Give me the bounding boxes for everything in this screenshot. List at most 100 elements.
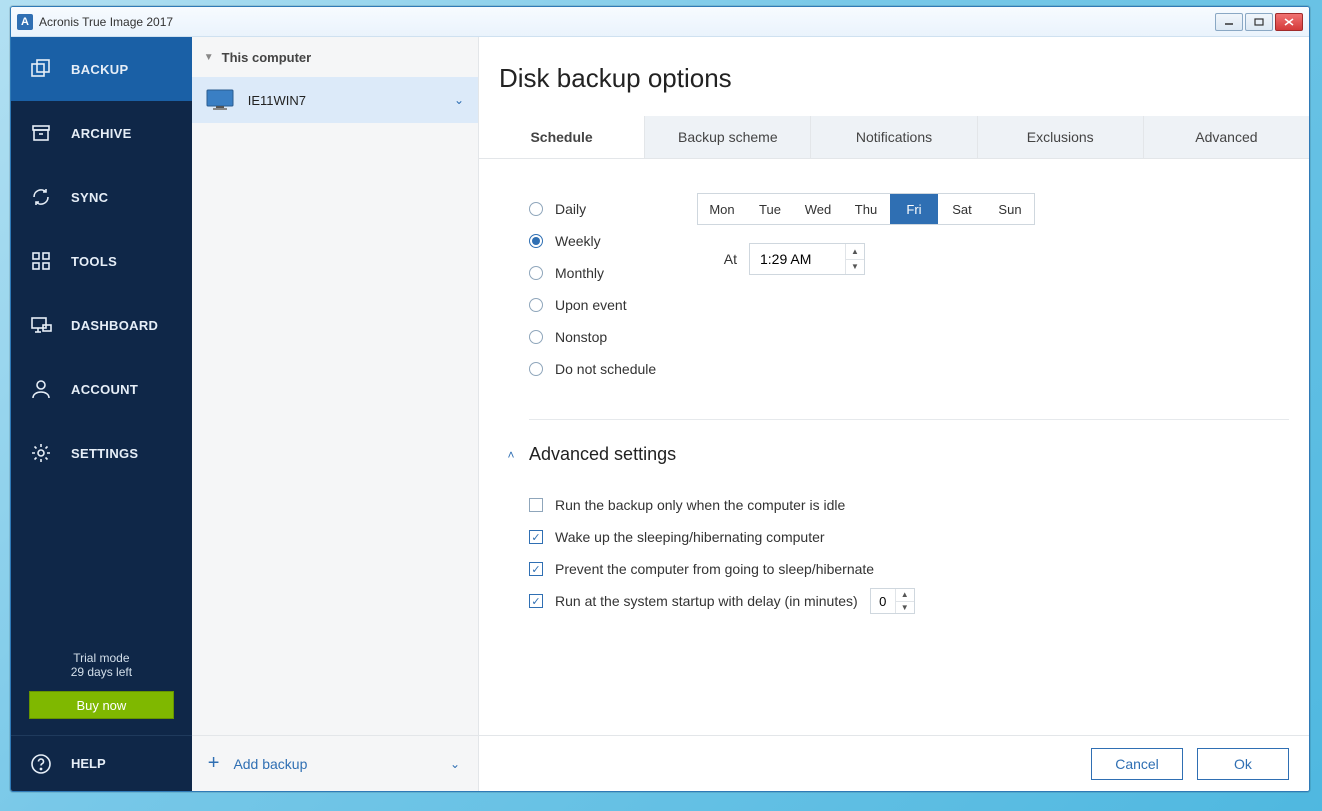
delay-spinner: ▲ ▼ (895, 589, 914, 613)
backup-list-item[interactable]: IE11WIN7 ⌄ (192, 77, 478, 123)
day-picker: Mon Tue Wed Thu Fri Sat Sun (697, 193, 1035, 225)
titlebar: A Acronis True Image 2017 (11, 7, 1309, 37)
spinner-down[interactable]: ▼ (846, 260, 864, 275)
day-thu[interactable]: Thu (842, 194, 890, 224)
ok-button[interactable]: Ok (1197, 748, 1289, 780)
radio-daily[interactable]: Daily (529, 193, 709, 225)
check-prevent-sleep[interactable]: ✓ Prevent the computer from going to sle… (529, 553, 1289, 585)
sidebar-item-archive[interactable]: ARCHIVE (11, 101, 192, 165)
check-label: Wake up the sleeping/hibernating compute… (555, 529, 825, 545)
backup-list: ▼ This computer IE11WIN7 ⌄ + Add backup (192, 37, 479, 791)
sidebar-item-tools[interactable]: TOOLS (11, 229, 192, 293)
trial-days-text: 29 days left (11, 665, 192, 679)
schedule-content: Daily Weekly Monthly Upon event Nonstop … (479, 159, 1309, 735)
chevron-down-icon[interactable]: ⌄ (454, 93, 464, 107)
schedule-controls: Mon Tue Wed Thu Fri Sat Sun At (697, 193, 1035, 275)
main-panel: Disk backup options Schedule Backup sche… (479, 37, 1309, 791)
backup-list-header[interactable]: ▼ This computer (192, 37, 478, 77)
radio-label: Do not schedule (555, 361, 656, 377)
backup-icon (29, 57, 53, 81)
sidebar-item-help[interactable]: HELP (11, 735, 192, 791)
dashboard-icon (29, 313, 53, 337)
chevron-down-icon[interactable]: ⌄ (450, 757, 460, 771)
radio-label: Nonstop (555, 329, 607, 345)
tab-exclusions[interactable]: Exclusions (978, 116, 1144, 158)
delay-input-box: ▲ ▼ (870, 588, 915, 614)
sidebar-item-backup[interactable]: BACKUP (11, 37, 192, 101)
tab-advanced[interactable]: Advanced (1144, 116, 1309, 158)
advanced-settings-toggle[interactable]: ˄ Advanced settings (493, 444, 1289, 465)
sidebar-item-sync[interactable]: SYNC (11, 165, 192, 229)
sidebar-item-settings[interactable]: SETTINGS (11, 421, 192, 485)
sidebar-item-label: SETTINGS (71, 446, 138, 461)
backup-list-header-label: This computer (222, 50, 312, 65)
trial-info: Trial mode 29 days left (11, 643, 192, 691)
time-picker: ▲ ▼ (749, 243, 865, 275)
check-run-idle[interactable]: Run the backup only when the computer is… (529, 489, 1289, 521)
sidebar: BACKUP ARCHIVE SYNC (11, 37, 192, 791)
cancel-button[interactable]: Cancel (1091, 748, 1183, 780)
time-input[interactable] (750, 244, 845, 274)
app-window: A Acronis True Image 2017 BACKU (10, 6, 1310, 792)
check-label: Run the backup only when the computer is… (555, 497, 845, 513)
sidebar-item-label: SYNC (71, 190, 108, 205)
spinner-down[interactable]: ▼ (896, 602, 914, 614)
monitor-icon (206, 89, 234, 111)
check-label: Prevent the computer from going to sleep… (555, 561, 874, 577)
window-buttons (1213, 13, 1303, 31)
day-tue[interactable]: Tue (746, 194, 794, 224)
radio-label: Upon event (555, 297, 627, 313)
day-mon[interactable]: Mon (698, 194, 746, 224)
day-fri[interactable]: Fri (890, 194, 938, 224)
app-body: BACKUP ARCHIVE SYNC (11, 37, 1309, 791)
day-sun[interactable]: Sun (986, 194, 1034, 224)
sidebar-item-label: ARCHIVE (71, 126, 132, 141)
tabs: Schedule Backup scheme Notifications Exc… (479, 116, 1309, 159)
checkbox-icon: ✓ (529, 562, 543, 576)
check-startup-delay[interactable]: ✓ Run at the system startup with delay (… (529, 585, 1289, 617)
page-title: Disk backup options (479, 37, 1309, 116)
add-backup-button[interactable]: + Add backup ⌄ (192, 735, 478, 791)
checkbox-icon (529, 498, 543, 512)
sidebar-item-label: DASHBOARD (71, 318, 158, 333)
delay-input[interactable] (871, 589, 895, 613)
spinner-up[interactable]: ▲ (896, 589, 914, 602)
sidebar-item-label: ACCOUNT (71, 382, 138, 397)
sidebar-item-label: TOOLS (71, 254, 117, 269)
close-button[interactable] (1275, 13, 1303, 31)
spinner-up[interactable]: ▲ (846, 244, 864, 260)
radio-do-not-schedule[interactable]: Do not schedule (529, 353, 709, 385)
day-wed[interactable]: Wed (794, 194, 842, 224)
maximize-button[interactable] (1245, 13, 1273, 31)
sidebar-item-label: BACKUP (71, 62, 128, 77)
tab-notifications[interactable]: Notifications (811, 116, 977, 158)
buy-now-button[interactable]: Buy now (29, 691, 174, 719)
checkbox-icon: ✓ (529, 594, 543, 608)
trial-mode-text: Trial mode (11, 651, 192, 665)
sidebar-item-account[interactable]: ACCOUNT (11, 357, 192, 421)
check-label: Run at the system startup with delay (in… (555, 593, 858, 609)
radio-upon-event[interactable]: Upon event (529, 289, 709, 321)
radio-nonstop[interactable]: Nonstop (529, 321, 709, 353)
tab-schedule[interactable]: Schedule (479, 116, 645, 158)
radio-monthly[interactable]: Monthly (529, 257, 709, 289)
radio-weekly[interactable]: Weekly (529, 225, 709, 257)
day-sat[interactable]: Sat (938, 194, 986, 224)
gear-icon (29, 441, 53, 465)
archive-icon (29, 121, 53, 145)
add-backup-label: Add backup (233, 756, 307, 772)
advanced-settings-label: Advanced settings (529, 444, 676, 465)
chevron-down-icon: ▼ (204, 52, 214, 63)
tab-backup-scheme[interactable]: Backup scheme (645, 116, 811, 158)
check-wake-computer[interactable]: ✓ Wake up the sleeping/hibernating compu… (529, 521, 1289, 553)
time-spinner: ▲ ▼ (845, 244, 864, 274)
radio-label: Daily (555, 201, 586, 217)
radio-label: Monthly (555, 265, 604, 281)
footer: Cancel Ok (479, 735, 1309, 791)
minimize-button[interactable] (1215, 13, 1243, 31)
advanced-checks: Run the backup only when the computer is… (529, 489, 1289, 617)
tools-icon (29, 249, 53, 273)
schedule-radios: Daily Weekly Monthly Upon event Nonstop … (529, 193, 709, 385)
sidebar-item-dashboard[interactable]: DASHBOARD (11, 293, 192, 357)
app-icon: A (17, 14, 33, 30)
